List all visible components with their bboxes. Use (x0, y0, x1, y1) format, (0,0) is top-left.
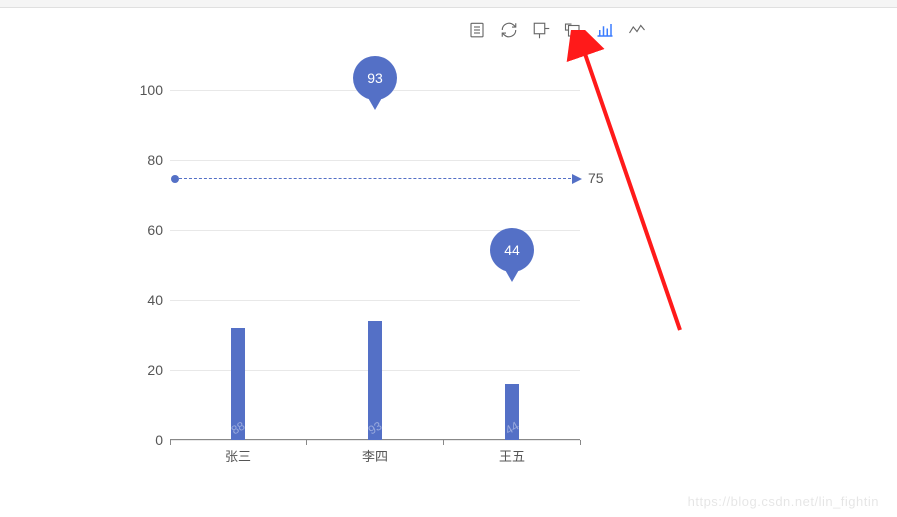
window-top-border (0, 0, 897, 8)
bar-value-label: 88 (229, 419, 248, 438)
markpoint-tail-icon (504, 268, 520, 282)
x-tick (170, 440, 171, 445)
x-tick (580, 440, 581, 445)
x-tick (306, 440, 307, 445)
y-tick-label: 40 (125, 292, 163, 308)
markline-arrow-icon (572, 174, 582, 184)
markline-start-dot (171, 175, 179, 183)
bar-chart-icon[interactable] (595, 20, 615, 40)
gridline (170, 440, 580, 441)
x-tick-label: 王五 (499, 446, 525, 465)
annotation-arrow-icon (565, 30, 705, 350)
bar-chart: 0 20 40 60 80 100 75 88 93 44 (110, 70, 580, 480)
bar-value-label: 93 (366, 419, 385, 438)
chart-toolbar (467, 20, 647, 40)
markline-label: 75 (588, 170, 604, 186)
y-tick-label: 0 (125, 432, 163, 448)
zoom-reset-icon[interactable] (563, 20, 583, 40)
average-markline (174, 178, 576, 179)
gridline (170, 160, 580, 161)
plot-region: 0 20 40 60 80 100 75 88 93 44 (170, 90, 580, 440)
markpoint-tail-icon (367, 96, 383, 110)
markpoint-min-label: 44 (504, 242, 520, 258)
y-tick-label: 100 (125, 82, 163, 98)
markpoint-max: 93 (353, 56, 397, 100)
markpoint-min: 44 (490, 228, 534, 272)
refresh-icon[interactable] (499, 20, 519, 40)
line-chart-icon[interactable] (627, 20, 647, 40)
bar-value-label: 44 (503, 419, 522, 438)
x-tick-label: 李四 (362, 446, 388, 465)
bar-wangwu[interactable]: 44 (505, 384, 519, 440)
bar-lisi[interactable]: 93 (368, 321, 382, 440)
markpoint-max-label: 93 (367, 70, 383, 86)
gridline (170, 300, 580, 301)
watermark-text: https://blog.csdn.net/lin_fightin (688, 494, 879, 509)
y-tick-label: 80 (125, 152, 163, 168)
y-tick-label: 20 (125, 362, 163, 378)
data-view-icon[interactable] (467, 20, 487, 40)
bar-zhangsan[interactable]: 88 (231, 328, 245, 440)
x-tick-label: 张三 (225, 446, 251, 465)
y-tick-label: 60 (125, 222, 163, 238)
zoom-select-icon[interactable] (531, 20, 551, 40)
x-tick (443, 440, 444, 445)
